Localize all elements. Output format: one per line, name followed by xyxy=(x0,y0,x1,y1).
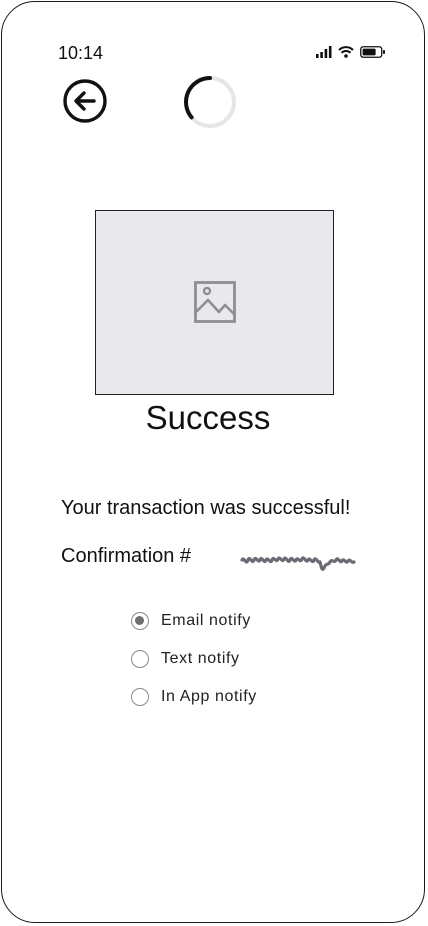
radio-label: Text notify xyxy=(161,650,240,667)
page-title: Success xyxy=(145,399,271,436)
loading-spinner xyxy=(183,75,237,129)
radio-label: Email notify xyxy=(161,612,251,629)
arrow-left-circle-icon xyxy=(63,79,107,123)
wifi-icon xyxy=(338,46,354,58)
status-time: 10:14 xyxy=(58,43,104,63)
radio-label: In App notify xyxy=(161,688,257,705)
confirmation-number-scribble xyxy=(240,556,356,571)
radio-text-notify[interactable]: Text notify xyxy=(131,640,257,678)
notify-options: Email notify Text notify In App notify xyxy=(131,602,257,716)
signal-icon xyxy=(316,46,332,58)
radio-button[interactable] xyxy=(131,650,149,668)
image-placeholder-icon xyxy=(194,281,236,323)
phone-frame: 10:14 Success Your transaction was succe… xyxy=(1,1,425,923)
status-icons xyxy=(316,46,386,58)
radio-button[interactable] xyxy=(131,688,149,706)
radio-email-notify[interactable]: Email notify xyxy=(131,602,257,640)
success-message: Your transaction was successful! xyxy=(61,497,351,519)
spinner-icon xyxy=(184,76,236,128)
hero-image xyxy=(95,210,334,395)
radio-in-app-notify[interactable]: In App notify xyxy=(131,678,257,716)
back-button[interactable] xyxy=(62,78,108,124)
confirmation-label: Confirmation # xyxy=(61,545,192,567)
radio-button[interactable] xyxy=(131,612,149,630)
battery-icon xyxy=(360,46,385,58)
